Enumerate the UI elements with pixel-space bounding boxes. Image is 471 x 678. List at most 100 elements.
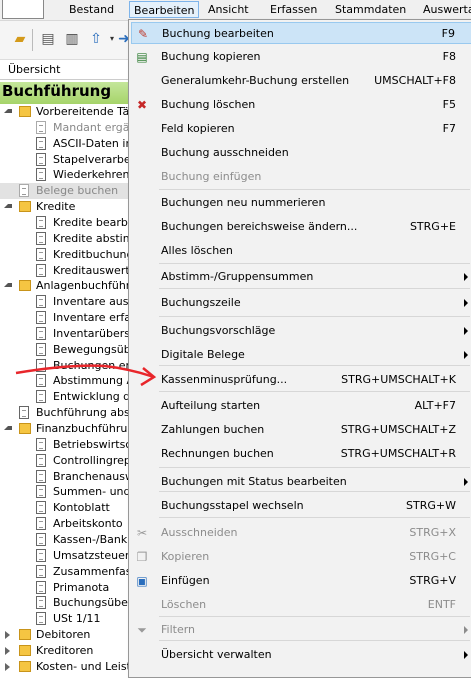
tree-item[interactable]: Kassen-/Bankb	[0, 532, 130, 548]
menu-bestand[interactable]: Bestand	[69, 3, 114, 16]
tree-folder[interactable]: Anlagenbuchführun	[0, 278, 130, 294]
tree-item[interactable]: Buchungen erz	[0, 358, 130, 374]
menu-bearbeiten[interactable]: Bearbeiten	[129, 1, 200, 18]
collapsed-triangle-icon[interactable]	[5, 631, 10, 639]
menu-item-buchung-löschen[interactable]: ✖ Buchung löschen F5	[131, 94, 471, 116]
tree-item[interactable]: Controllingrepor	[0, 453, 130, 469]
menu-item-aufteilung-starten[interactable]: Aufteilung starten ALT+F7	[131, 395, 471, 417]
tree-item-label: Stapelverarbeit	[53, 153, 130, 166]
tree-item[interactable]: Inventarübersic	[0, 326, 130, 342]
expanded-triangle-icon[interactable]	[4, 283, 12, 287]
tree-folder[interactable]: Debitoren	[0, 627, 130, 643]
tree-item[interactable]: USt 1/11	[0, 611, 130, 627]
tree-item[interactable]: Kredite abstimm	[0, 231, 130, 247]
menu-item-buchung-bearbeiten[interactable]: ✎ Buchung bearbeiten F9	[131, 22, 471, 44]
menu-item-label: Alles löschen	[161, 244, 233, 257]
tree-item[interactable]: Kreditbuchunge	[0, 247, 130, 263]
tree-item[interactable]: ASCII-Daten im	[0, 136, 130, 152]
tree-folder[interactable]: Vorbereitende Tätig	[0, 104, 130, 120]
menu-item-generalumkehr-buchung-erstellen[interactable]: Generalumkehr-Buchung erstellen UMSCHALT+…	[131, 70, 471, 92]
menu-item-filtern[interactable]: ⏷ Filtern	[131, 619, 471, 641]
menu-item-label: Übersicht verwalten	[161, 648, 272, 661]
menu-item-übersicht-verwalten[interactable]: Übersicht verwalten	[131, 644, 471, 666]
document-search-icon[interactable]: ▤	[40, 31, 56, 47]
tree-item[interactable]: Belege buchen	[0, 183, 130, 199]
menu-item-feld-kopieren[interactable]: Feld kopieren F7	[131, 118, 471, 140]
menu-item-buchungen-neu-nummerieren[interactable]: Buchungen neu nummerieren	[131, 192, 471, 214]
menu-item-buchungen-mit-status-bearbeiten[interactable]: Buchungen mit Status bearbeiten	[131, 471, 471, 493]
menu-item-abstimm-gruppensummen[interactable]: Abstimm-/Gruppensummen	[131, 266, 471, 288]
bearbeiten-dropdown-menu: ✎ Buchung bearbeiten F9 ▤ Buchung kopieren F8…	[128, 19, 471, 678]
tree-item-label: Finanzbuchführung	[36, 422, 130, 435]
tree-item[interactable]: Buchungsübers	[0, 595, 130, 611]
tree-item[interactable]: Buchführung abstin	[0, 405, 130, 421]
menu-item-kopieren[interactable]: ❐ Kopieren STRG+C	[131, 546, 471, 568]
tree-item[interactable]: Kreditauswertun	[0, 263, 130, 279]
menu-item-löschen[interactable]: Löschen ENTF	[131, 594, 471, 616]
menu-item-buchungsvorschläge[interactable]: Buchungsvorschläge	[131, 320, 471, 342]
menu-item-buchung-kopieren[interactable]: ▤ Buchung kopieren F8	[131, 46, 471, 68]
menu-separator	[159, 316, 470, 317]
tree-item[interactable]: Primanota	[0, 580, 130, 596]
tree-folder[interactable]: Kosten- und Leistu	[0, 659, 130, 675]
tree-item[interactable]: Kontoblatt	[0, 500, 130, 516]
tree-item-label: Kreditoren	[36, 644, 94, 657]
menu-auswertungen[interactable]: Auswerta	[423, 3, 471, 16]
tree-folder[interactable]: Kreditoren	[0, 643, 130, 659]
menu-item-einfügen[interactable]: ▣ Einfügen STRG+V	[131, 570, 471, 592]
menu-ansicht[interactable]: Ansicht	[208, 3, 249, 16]
tree-item[interactable]: Stapelverarbeit	[0, 152, 130, 168]
menu-item-zahlungen-buchen[interactable]: Zahlungen buchen STRG+UMSCHALT+Z	[131, 419, 471, 441]
menu-item-digitale-belege[interactable]: Digitale Belege	[131, 344, 471, 366]
tree-item[interactable]: Inventare erfass	[0, 310, 130, 326]
menu-separator	[159, 640, 470, 641]
menu-item-buchung-einfügen[interactable]: Buchung einfügen	[131, 166, 471, 188]
menu-item-kassenminusprüfung[interactable]: Kassenminusprüfung... STRG+UMSCHALT+K	[131, 369, 471, 391]
open-folder-icon[interactable]: ▰	[12, 31, 28, 47]
tree-folder[interactable]: Kredite	[0, 199, 130, 215]
tree-item[interactable]: Entwicklung de	[0, 389, 130, 405]
tree-item[interactable]: Wiederkehrend	[0, 167, 130, 183]
tree-item[interactable]: Branchenauswe	[0, 469, 130, 485]
folder-icon	[19, 423, 31, 434]
menu-item-shortcut: STRG+C	[409, 550, 456, 563]
menu-item-buchungszeile[interactable]: Buchungszeile	[131, 292, 471, 314]
filter-icon: ⏷	[137, 623, 147, 637]
tree-item[interactable]: Abstimmung An	[0, 373, 130, 389]
copy-booking-icon: ▤	[136, 50, 148, 64]
menu-item-buchungsstapel-wechseln[interactable]: Buchungsstapel wechseln STRG+W	[131, 495, 471, 517]
arrow-up-icon[interactable]: ⇧	[88, 31, 104, 47]
tree-item[interactable]: Betriebswirtscha	[0, 437, 130, 453]
document-icon	[36, 359, 46, 372]
collapsed-triangle-icon[interactable]	[5, 647, 10, 655]
menu-erfassen[interactable]: Erfassen	[270, 3, 317, 16]
menu-item-alles-löschen[interactable]: Alles löschen	[131, 240, 471, 262]
tree-item[interactable]: Arbeitskonto	[0, 516, 130, 532]
collapsed-triangle-icon[interactable]	[5, 663, 10, 671]
print-icon[interactable]: ▥	[64, 31, 80, 47]
tree-item-label: Buchführung abstin	[36, 406, 130, 419]
expanded-triangle-icon[interactable]	[4, 204, 12, 208]
tree-item[interactable]: Summen- und S	[0, 484, 130, 500]
tree-item[interactable]: Bewegungsübe	[0, 342, 130, 358]
tree-item[interactable]: Mandant ergän	[0, 120, 130, 136]
menu-stammdaten[interactable]: Stammdaten	[335, 3, 406, 16]
tree-item-label: Kassen-/Bankb	[53, 533, 130, 546]
tree-item[interactable]: Kredite bearbeit	[0, 215, 130, 231]
document-icon	[36, 470, 46, 483]
tree-item[interactable]: Umsatzsteuer-V	[0, 548, 130, 564]
menu-item-label: Generalumkehr-Buchung erstellen	[161, 74, 350, 87]
tree-item-label: Umsatzsteuer-V	[53, 549, 130, 562]
menu-item-rechnungen-buchen[interactable]: Rechnungen buchen STRG+UMSCHALT+R	[131, 443, 471, 465]
tree-folder[interactable]: Finanzbuchführung	[0, 421, 130, 437]
expanded-triangle-icon[interactable]	[4, 426, 12, 430]
tree-item[interactable]: Zusammenfassu	[0, 564, 130, 580]
menu-item-buchung-ausschneiden[interactable]: Buchung ausschneiden	[131, 142, 471, 164]
menu-item-ausschneiden[interactable]: ✂ Ausschneiden STRG+X	[131, 522, 471, 544]
menu-item-shortcut: STRG+W	[406, 499, 456, 512]
tree-item[interactable]: Inventare aus E	[0, 294, 130, 310]
menu-item-shortcut: ALT+F7	[414, 399, 456, 412]
menu-item-buchungen-bereichsweise-ändern[interactable]: Buchungen bereichsweise ändern... STRG+E	[131, 216, 471, 238]
expanded-triangle-icon[interactable]	[4, 109, 12, 113]
delete-booking-icon: ✖	[136, 98, 148, 112]
